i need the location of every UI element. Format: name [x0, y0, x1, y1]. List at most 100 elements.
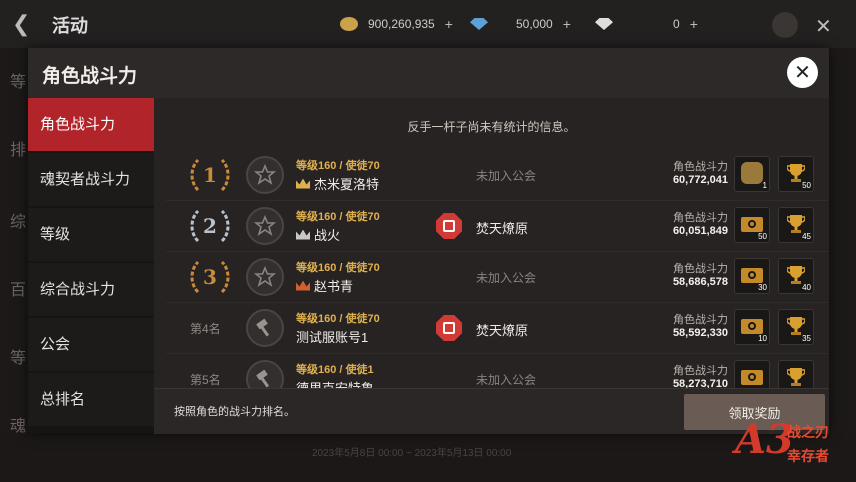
- tab-level[interactable]: 等级: [28, 208, 154, 261]
- reward-quantity: 1: [762, 181, 767, 190]
- star-emblem-icon: [254, 164, 276, 185]
- guild-none-label: 未加入公会: [476, 169, 537, 183]
- power-label: 角色战斗力: [673, 314, 728, 326]
- power-value: 58,686,578: [672, 276, 728, 288]
- close-button[interactable]: ✕: [787, 57, 818, 88]
- trophy-icon: [787, 266, 805, 284]
- rank-label: 第4名: [190, 322, 221, 336]
- rank-wreath-icon: 3: [188, 256, 232, 298]
- crown-icon: [296, 178, 310, 189]
- rank-label: 第5名: [190, 373, 221, 387]
- guild-none-label: 未加入公会: [476, 271, 537, 285]
- player-name[interactable]: 赵书青: [296, 276, 353, 295]
- reward-item[interactable]: 1: [734, 156, 770, 192]
- hammer-icon: [256, 318, 270, 337]
- tab-soul-contractor-power[interactable]: 魂契者战斗力: [28, 153, 154, 206]
- notice-text: 反手一杆子尚未有统计的信息。: [407, 120, 576, 134]
- background-side-label: 排: [10, 142, 27, 159]
- player-name[interactable]: 测试服账号1: [296, 327, 368, 346]
- power-label: 角色战斗力: [673, 365, 728, 377]
- blue-gem-icon: [470, 18, 488, 30]
- logo-line1: 战之刃: [787, 424, 829, 440]
- player-name[interactable]: 杰米夏洛特: [296, 174, 379, 193]
- logo-line2: 幸存者: [787, 448, 829, 464]
- power-label: 角色战斗力: [673, 263, 728, 275]
- ranking-content: 反手一杆子尚未有统计的信息。 1 等级160 / 使徒70 杰米夏洛特 未加入公会 角色…: [154, 98, 829, 433]
- reward-item[interactable]: 45: [778, 207, 814, 243]
- background-side-label: 魂: [10, 418, 27, 435]
- white-gem-icon: [595, 18, 613, 30]
- ranking-tabs: 角色战斗力 魂契者战斗力 等级 综合战斗力 公会 总排名: [28, 98, 154, 433]
- player-level: 等级160 / 使徒70: [296, 211, 380, 223]
- add-gold-button[interactable]: +: [445, 16, 453, 32]
- add-diamond-button[interactable]: +: [690, 16, 698, 32]
- add-gem-button[interactable]: +: [563, 16, 571, 32]
- ticket-icon: [741, 370, 763, 385]
- tab-overall-ranking[interactable]: 总排名: [28, 373, 154, 426]
- back-arrow-icon[interactable]: ❮: [12, 12, 36, 36]
- reward-quantity: 50: [802, 181, 811, 190]
- background-side-label: 等: [10, 74, 27, 91]
- background-side-label: 等: [10, 350, 27, 367]
- tab-total-power[interactable]: 综合战斗力: [28, 263, 154, 316]
- gold-currency: 900,260,935 +: [340, 13, 453, 35]
- reward-quantity: 45: [802, 232, 811, 241]
- guild-emblem-icon: [436, 315, 462, 341]
- reward-quantity: 35: [802, 334, 811, 343]
- avatar[interactable]: [246, 207, 284, 245]
- star-emblem-icon: [254, 266, 276, 287]
- diamond-amount: 0: [673, 17, 680, 31]
- reward-item[interactable]: 35: [778, 309, 814, 345]
- tab-guild[interactable]: 公会: [28, 318, 154, 371]
- avatar[interactable]: [246, 309, 284, 347]
- guild-name[interactable]: 焚天燎原: [476, 320, 528, 339]
- player-name[interactable]: 战火: [296, 225, 340, 244]
- reward-item[interactable]: 10: [734, 309, 770, 345]
- trophy-icon: [787, 368, 805, 386]
- tab-character-power[interactable]: 角色战斗力: [28, 98, 154, 151]
- table-row[interactable]: 2 等级160 / 使徒70 战火 焚天燎原 角色战斗力 60,051,849 50 45: [166, 201, 829, 252]
- modal-footer: 按照角色的战斗力排名。 领取奖励: [154, 388, 829, 434]
- reward-item[interactable]: 50: [778, 156, 814, 192]
- event-date-range: 2023年5月8日 00:00 ~ 2023年5月13日 00:00: [312, 448, 512, 459]
- guild-none-label: 未加入公会: [476, 373, 537, 387]
- dropdown-icon[interactable]: [772, 12, 798, 38]
- crown-icon: [296, 280, 310, 291]
- table-row[interactable]: 1 等级160 / 使徒70 杰米夏洛特 未加入公会 角色战斗力 60,772,041 1 5…: [166, 150, 829, 201]
- crown-icon: [296, 229, 310, 240]
- reward-item[interactable]: 30: [734, 258, 770, 294]
- background-close-icon[interactable]: ✕: [815, 14, 832, 39]
- reward-quantity: 10: [758, 334, 767, 343]
- background-title: 活动: [52, 16, 88, 36]
- rank-number: 3: [203, 265, 217, 289]
- hammer-icon: [256, 369, 270, 388]
- reward-item[interactable]: 50: [734, 207, 770, 243]
- ticket-icon: [741, 268, 763, 283]
- ranking-modal: 角色战斗力 ✕ 角色战斗力 魂契者战斗力 等级 综合战斗力 公会 总排名 反手一…: [28, 48, 829, 434]
- power-value: 60,772,041: [672, 174, 728, 186]
- trophy-icon: [787, 164, 805, 182]
- background-side-label: 百: [10, 282, 27, 299]
- player-name-text: 战火: [314, 228, 341, 243]
- logo-mark: A3: [735, 416, 794, 463]
- reward-item[interactable]: 40: [778, 258, 814, 294]
- gem-currency: 50,000 +: [470, 13, 571, 35]
- gold-coin-icon: [340, 17, 358, 31]
- player-name-text: 测试服账号1: [296, 330, 369, 345]
- player-name-text: 杰米夏洛特: [314, 177, 380, 192]
- table-row[interactable]: 第4名 等级160 / 使徒70 测试服账号1 焚天燎原 角色战斗力 58,592,330…: [166, 303, 829, 354]
- rank-wreath-icon: 1: [188, 154, 232, 196]
- guild-emblem-icon: [436, 213, 462, 239]
- diamond-currency: 0 +: [595, 13, 698, 35]
- rank-number: 2: [203, 214, 217, 238]
- table-row[interactable]: 3 等级160 / 使徒70 赵书青 未加入公会 角色战斗力 58,686,578 30 40: [166, 252, 829, 303]
- trophy-icon: [787, 317, 805, 335]
- avatar[interactable]: [246, 258, 284, 296]
- gem-amount: 50,000: [516, 17, 553, 31]
- ticket-icon: [741, 217, 763, 232]
- guild-name[interactable]: 焚天燎原: [476, 218, 528, 237]
- gold-amount: 900,260,935: [368, 17, 435, 31]
- avatar[interactable]: [246, 156, 284, 194]
- game-logo: A3 战之刃 幸存者: [735, 416, 847, 474]
- reward-quantity: 40: [802, 283, 811, 292]
